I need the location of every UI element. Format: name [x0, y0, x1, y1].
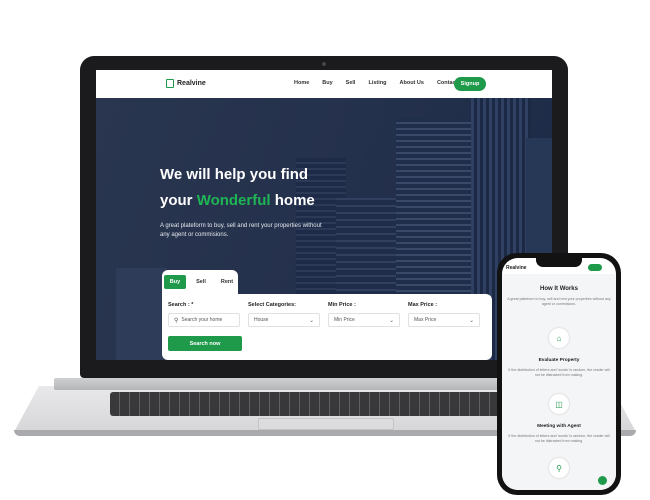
- search-now-button[interactable]: Search now: [168, 336, 242, 351]
- search-icon: ⚲: [174, 317, 179, 324]
- building-icon: [166, 79, 174, 88]
- tab-sell[interactable]: Sell: [190, 279, 212, 285]
- trackpad: [258, 418, 394, 430]
- brand-logo[interactable]: Realvine: [166, 79, 206, 88]
- home-icon: ⌂: [549, 328, 569, 348]
- phone-menu-button[interactable]: [588, 264, 602, 271]
- search-input-placeholder: Search your home: [181, 317, 223, 323]
- briefcase-icon: ◫: [549, 394, 569, 414]
- nav-sell[interactable]: Sell: [346, 80, 356, 86]
- hero-heading-accent: Wonderful: [196, 192, 271, 209]
- site-header: Realvine Home Buy Sell Listing About Us …: [96, 70, 552, 98]
- device-mockup: Realvine Home Buy Sell Listing About Us …: [0, 0, 650, 500]
- step-title-meeting: Meeting with Agent: [537, 424, 581, 429]
- max-price-value: Max Price: [414, 317, 437, 323]
- main-nav: Home Buy Sell Listing About Us Contact: [294, 80, 457, 86]
- search-tabs: Buy Sell Rent: [162, 270, 238, 294]
- nav-listing[interactable]: Listing: [368, 80, 386, 86]
- min-price-select[interactable]: Min Price ⌄: [328, 313, 400, 327]
- hero-heading-line2: your Wonderful home: [160, 188, 315, 214]
- tab-rent[interactable]: Rent: [216, 279, 238, 285]
- search-card: Search : * ⚲ Search your home Select Cat…: [162, 294, 492, 360]
- tab-buy[interactable]: Buy: [164, 275, 186, 289]
- chevron-down-icon: ⌄: [468, 318, 474, 324]
- step-text-meeting: If the distribution of letters and 'word…: [508, 434, 610, 443]
- hero-heading: We will help you find your Wonderful hom…: [160, 162, 315, 214]
- how-it-works-title: How It Works: [540, 286, 578, 292]
- chevron-down-icon: ⌄: [308, 318, 314, 324]
- brand-name: Realvine: [177, 80, 206, 87]
- min-price-value: Min Price: [334, 317, 355, 323]
- step-text-evaluate: If the distribution of letters and 'word…: [508, 368, 610, 377]
- nav-buy[interactable]: Buy: [322, 80, 332, 86]
- keyboard: [110, 392, 542, 416]
- search-label: Search : *: [168, 302, 194, 308]
- key-icon: ⚲: [549, 458, 569, 478]
- hero-heading-pre: your: [160, 192, 193, 209]
- chat-fab[interactable]: [598, 476, 607, 485]
- how-it-works-intro: A great plateform to buy, sell and rent …: [507, 297, 611, 306]
- phone-notch: [536, 258, 582, 267]
- categories-label: Select Categories:: [248, 302, 296, 308]
- chevron-down-icon: ⌄: [388, 318, 394, 324]
- laptop-screen: Realvine Home Buy Sell Listing About Us …: [96, 70, 552, 360]
- min-price-label: Min Price :: [328, 302, 356, 308]
- laptop-camera: [322, 62, 326, 66]
- hero-heading-post: home: [274, 192, 315, 209]
- hero-subtitle: A great plateform to buy, sell and rent …: [160, 223, 322, 238]
- step-title-evaluate: Evaluate Property: [538, 358, 580, 363]
- max-price-label: Max Price :: [408, 302, 438, 308]
- phone-screen: Realvine How It Works A great plateform …: [502, 258, 616, 490]
- search-input[interactable]: ⚲ Search your home: [168, 313, 240, 327]
- phone-brand[interactable]: Realvine: [506, 265, 527, 271]
- hero-section: We will help you find your Wonderful hom…: [96, 98, 552, 360]
- nav-home[interactable]: Home: [294, 80, 309, 86]
- signup-button[interactable]: Signup: [454, 77, 486, 91]
- categories-value: House: [254, 317, 269, 323]
- nav-about-us[interactable]: About Us: [400, 80, 424, 86]
- hero-heading-line1: We will help you find: [160, 166, 309, 183]
- categories-select[interactable]: House ⌄: [248, 313, 320, 327]
- max-price-select[interactable]: Max Price ⌄: [408, 313, 480, 327]
